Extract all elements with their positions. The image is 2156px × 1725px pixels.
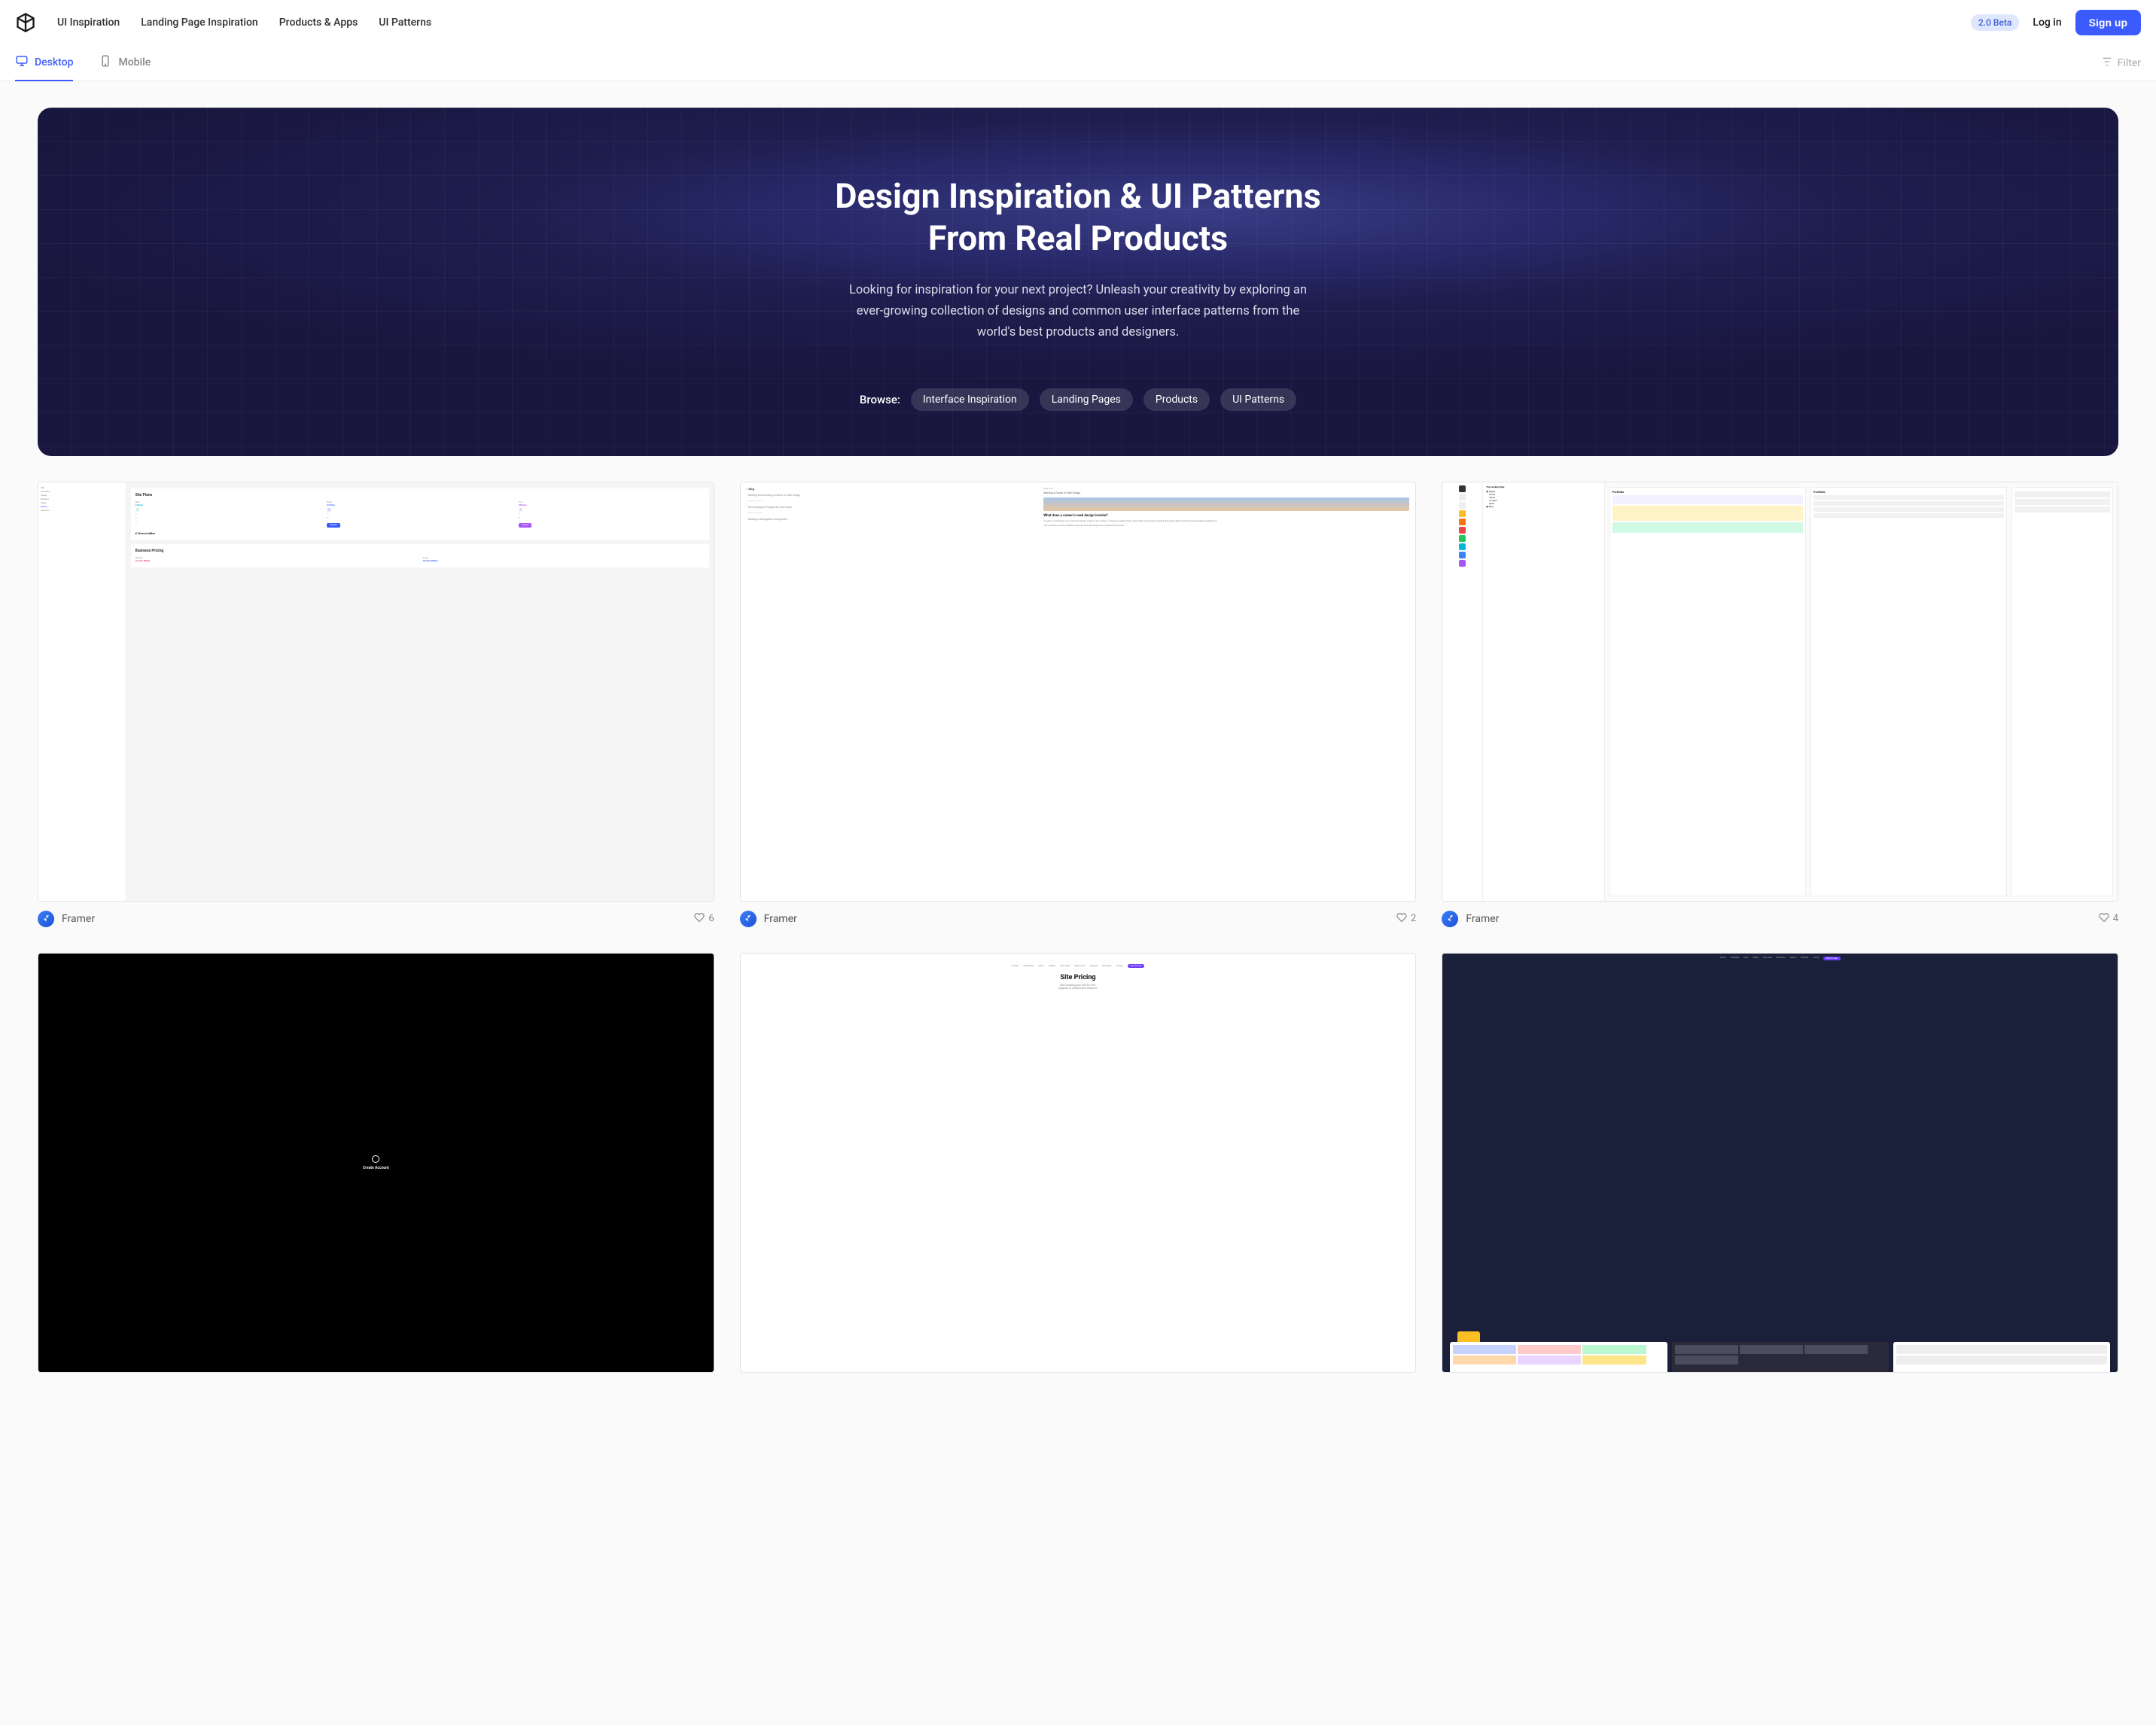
thumb-sub: Upgrade to unlock more features. [1058, 987, 1098, 990]
content: Design Inspiration & UI Patterns From Re… [0, 81, 2156, 1399]
signup-button[interactable]: Sign up [2075, 10, 2141, 35]
thumb-panel-h: Portfolio [1612, 490, 1803, 494]
card-grid: SiteDomainsPagesReviewsPlansBillingVersi… [38, 482, 2118, 1373]
pill-ui-patterns[interactable]: UI Patterns [1220, 388, 1296, 411]
hero-title-line2: From Real Products [928, 218, 1228, 258]
heart-icon [2099, 912, 2109, 926]
card-avatar-icon [740, 911, 757, 927]
thumb-article-title: Starting a Career in Web Design [1043, 491, 1409, 494]
card-avatar-icon [1442, 911, 1458, 927]
main-nav: UI Inspiration Landing Page Inspiration … [57, 17, 431, 29]
thumb-custom: Custom Billing [136, 559, 417, 563]
card-thumbnail[interactable]: Create Account [38, 953, 714, 1373]
hero-subtitle: Looking for inspiration for your next pr… [848, 280, 1308, 343]
header-main: UI Inspiration Landing Page Inspiration … [0, 0, 2156, 45]
tab-desktop-label: Desktop [35, 56, 73, 68]
nav-products-apps[interactable]: Products & Apps [279, 17, 358, 29]
card-name: Framer [62, 913, 95, 925]
thumb-price: £30/mo [519, 504, 705, 507]
tab-desktop[interactable]: Desktop [15, 45, 73, 81]
thumb-heading: What does a career in web design involve… [1043, 514, 1409, 518]
browse-row: Browse: Interface Inspiration Landing Pa… [83, 388, 2073, 411]
pill-products[interactable]: Products [1143, 388, 1210, 411]
desktop-icon [15, 54, 29, 71]
browse-label: Browse: [860, 393, 900, 406]
card-thumbnail[interactable]: FramerTemplatesLearnGalleryUse casesReso… [1442, 953, 2118, 1373]
thumb-title: Create Account [363, 1166, 389, 1170]
card-likes[interactable]: 2 [1396, 912, 1416, 926]
design-card: The Landing Page ▣ PagesHomeAboutContact… [1442, 482, 2118, 927]
nav-ui-patterns[interactable]: UI Patterns [379, 17, 431, 29]
tab-mobile-label: Mobile [118, 56, 151, 68]
card-like-count: 2 [1411, 913, 1416, 924]
hero-title: Design Inspiration & UI Patterns From Re… [83, 175, 2073, 260]
card-name: Framer [1466, 913, 1499, 925]
logo-icon[interactable] [15, 12, 36, 33]
thumb-price: £15/mo [327, 504, 513, 507]
thumb-panel-h: Portfolio [1813, 490, 2004, 494]
card-thumbnail[interactable]: SiteDomainsPagesReviewsPlansBillingVersi… [38, 482, 714, 902]
heart-icon [694, 912, 705, 926]
heart-icon [1396, 912, 1407, 926]
filter-button[interactable]: Filter [2101, 56, 2141, 71]
card-meta: Framer 2 [740, 911, 1417, 927]
thumb-cta: Start for Free [1128, 964, 1145, 968]
card-like-count: 4 [2113, 913, 2118, 924]
thumb-cta: Start for Free [1823, 957, 1841, 960]
card-avatar-icon [38, 911, 54, 927]
tab-mobile[interactable]: Mobile [99, 45, 151, 81]
thumb-price: £10/mo [136, 504, 321, 507]
design-card: FramerTemplatesLearnGalleryUse casesReso… [740, 953, 1417, 1373]
card-name: Framer [764, 913, 797, 925]
pill-landing-pages[interactable]: Landing Pages [1040, 388, 1133, 411]
thumb-subtitle: £15/mo*editor [136, 531, 705, 535]
card-meta-left[interactable]: Framer [1442, 911, 1499, 927]
card-thumbnail[interactable]: □ Blog • Starting and Growing a Career i… [740, 482, 1417, 902]
nav-ui-inspiration[interactable]: UI Inspiration [57, 17, 120, 29]
header: UI Inspiration Landing Page Inspiration … [0, 0, 2156, 81]
filter-label: Filter [2118, 57, 2141, 69]
filter-icon [2101, 56, 2113, 71]
card-like-count: 6 [708, 913, 714, 924]
design-card: □ Blog • Starting and Growing a Career i… [740, 482, 1417, 927]
login-link[interactable]: Log in [2033, 17, 2061, 29]
card-likes[interactable]: 4 [2099, 912, 2118, 926]
card-meta-left[interactable]: Framer [38, 911, 95, 927]
thumb-title: Site Plans [136, 493, 705, 497]
hero-title-line1: Design Inspiration & UI Patterns [835, 176, 1320, 216]
device-tabs: Desktop Mobile Filter [0, 45, 2156, 81]
card-meta-left[interactable]: Framer [740, 911, 797, 927]
pill-interface-inspiration[interactable]: Interface Inspiration [911, 388, 1029, 411]
thumb-custom: Custom Billing [423, 559, 705, 563]
design-card: FramerTemplatesLearnGalleryUse casesReso… [1442, 953, 2118, 1373]
tabs-left: Desktop Mobile [15, 45, 151, 81]
card-meta: Framer 6 [38, 911, 714, 927]
design-card: SiteDomainsPagesReviewsPlansBillingVersi… [38, 482, 714, 927]
header-left: UI Inspiration Landing Page Inspiration … [15, 12, 431, 33]
card-meta: Framer 4 [1442, 911, 2118, 927]
header-right: 2.0 Beta Log in Sign up [1971, 10, 2141, 35]
beta-badge[interactable]: 2.0 Beta [1971, 14, 2019, 31]
mobile-icon [99, 54, 112, 71]
thumb-title: Site Pricing [1060, 974, 1095, 981]
card-likes[interactable]: 6 [694, 912, 714, 926]
thumb-title: Business Pricing [136, 549, 705, 553]
card-thumbnail[interactable]: The Landing Page ▣ PagesHomeAboutContact… [1442, 482, 2118, 902]
nav-landing-page[interactable]: Landing Page Inspiration [141, 17, 258, 29]
hero: Design Inspiration & UI Patterns From Re… [38, 108, 2118, 456]
card-thumbnail[interactable]: FramerTemplatesLearnGalleryUse casesReso… [740, 953, 1417, 1373]
design-card: Create Account [38, 953, 714, 1373]
